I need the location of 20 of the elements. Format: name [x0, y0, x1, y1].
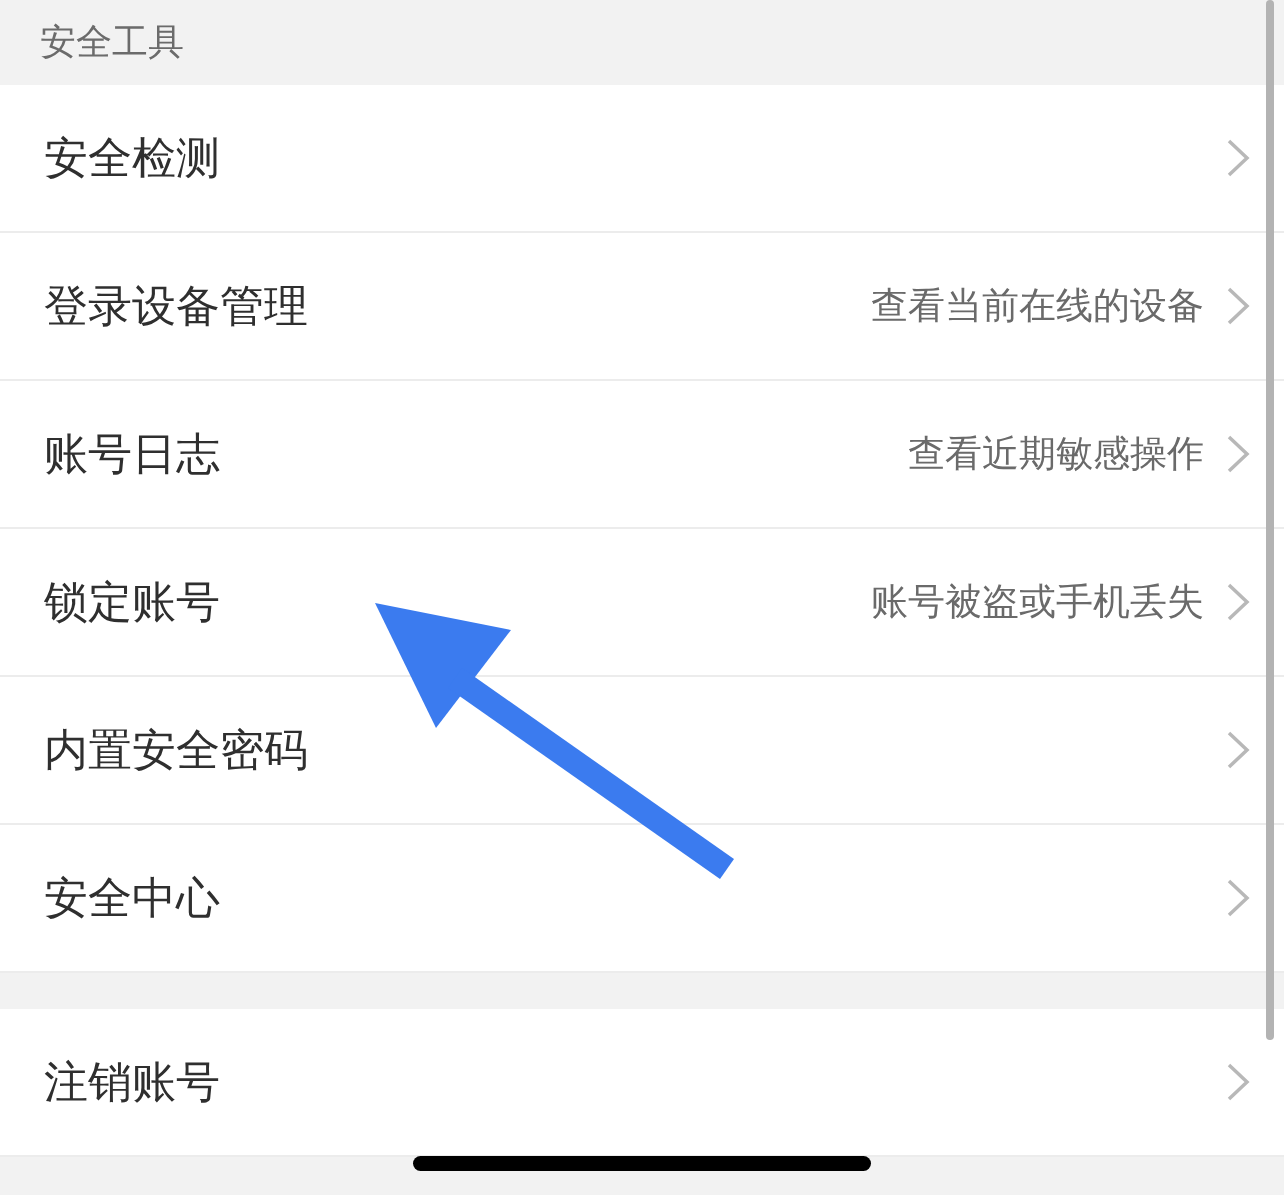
row-label: 安全中心 — [44, 870, 220, 925]
row-label: 账号日志 — [44, 426, 220, 481]
chevron-icon — [1226, 1062, 1250, 1102]
row-label: 注销账号 — [44, 1054, 220, 1109]
row-detail: 查看当前在线的设备 — [871, 283, 1204, 329]
row-label: 登录设备管理 — [44, 278, 308, 333]
home-indicator[interactable] — [413, 1156, 871, 1171]
chevron-icon — [1226, 286, 1250, 326]
row-label: 安全检测 — [44, 130, 220, 185]
row-detail: 查看近期敏感操作 — [908, 431, 1204, 477]
row-detail: 账号被盗或手机丢失 — [871, 579, 1204, 625]
section-title: 安全工具 — [40, 20, 184, 64]
chevron-icon — [1226, 878, 1250, 918]
chevron-icon — [1226, 582, 1250, 622]
row-label: 锁定账号 — [44, 574, 220, 629]
scrollbar[interactable] — [1266, 0, 1274, 1040]
row-label: 内置安全密码 — [44, 722, 308, 777]
chevron-icon — [1226, 138, 1250, 178]
chevron-icon — [1226, 434, 1250, 474]
chevron-icon — [1226, 730, 1250, 770]
